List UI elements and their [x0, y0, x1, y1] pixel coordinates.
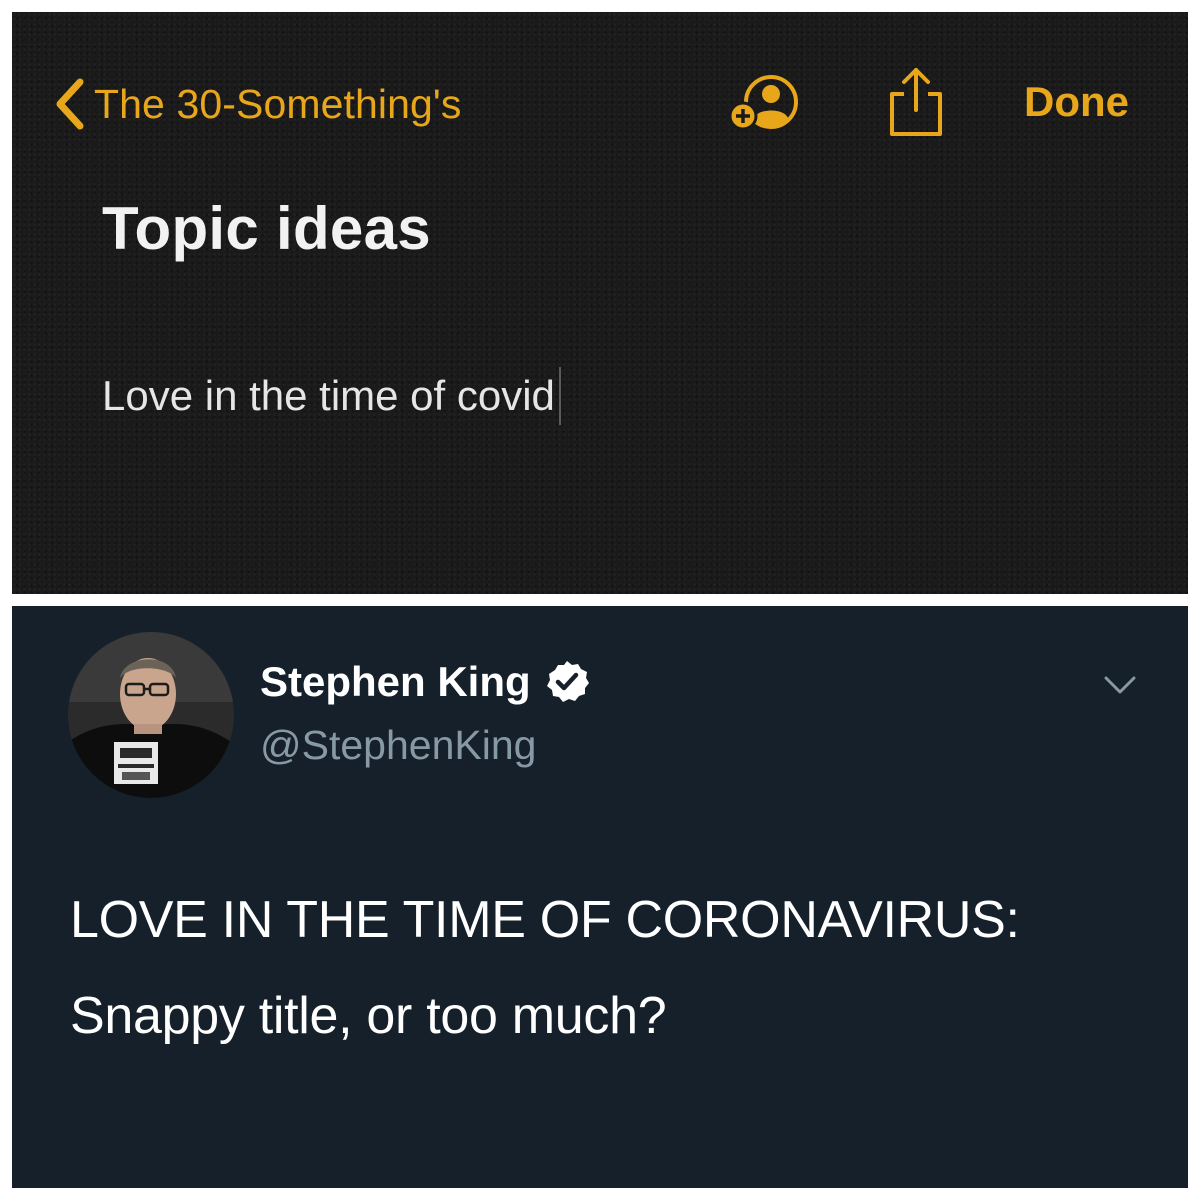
note-title[interactable]: Topic ideas: [102, 194, 431, 263]
share-icon: [890, 68, 942, 136]
chevron-left-icon: [56, 78, 84, 130]
done-button[interactable]: Done: [1024, 78, 1129, 126]
back-label: The 30-Something's: [94, 80, 462, 127]
note-body[interactable]: Love in the time of covid: [102, 367, 561, 425]
author-name-row[interactable]: Stephen King: [260, 658, 591, 706]
tweet-text: LOVE IN THE TIME OF CORONAVIRUS: Snappy …: [70, 891, 1020, 1045]
author-name: Stephen King: [260, 658, 531, 705]
author-handle[interactable]: @StephenKing: [260, 722, 536, 769]
back-button[interactable]: The 30-Something's: [50, 64, 461, 144]
avatar[interactable]: [68, 632, 234, 798]
share-button[interactable]: [884, 64, 948, 140]
tweet-panel: Stephen King @StephenKing LOVE IN THE TI…: [12, 606, 1188, 1188]
text-cursor: [558, 367, 561, 425]
chevron-down-icon[interactable]: [1100, 670, 1140, 698]
add-person-icon: [728, 75, 798, 131]
profile-photo: [68, 632, 234, 798]
add-people-button[interactable]: [725, 72, 805, 136]
notes-panel: The 30-Something's Done Topic ideas Love…: [12, 12, 1188, 594]
verified-badge-icon: [546, 661, 589, 702]
note-body-text: Love in the time of covid: [102, 372, 555, 419]
